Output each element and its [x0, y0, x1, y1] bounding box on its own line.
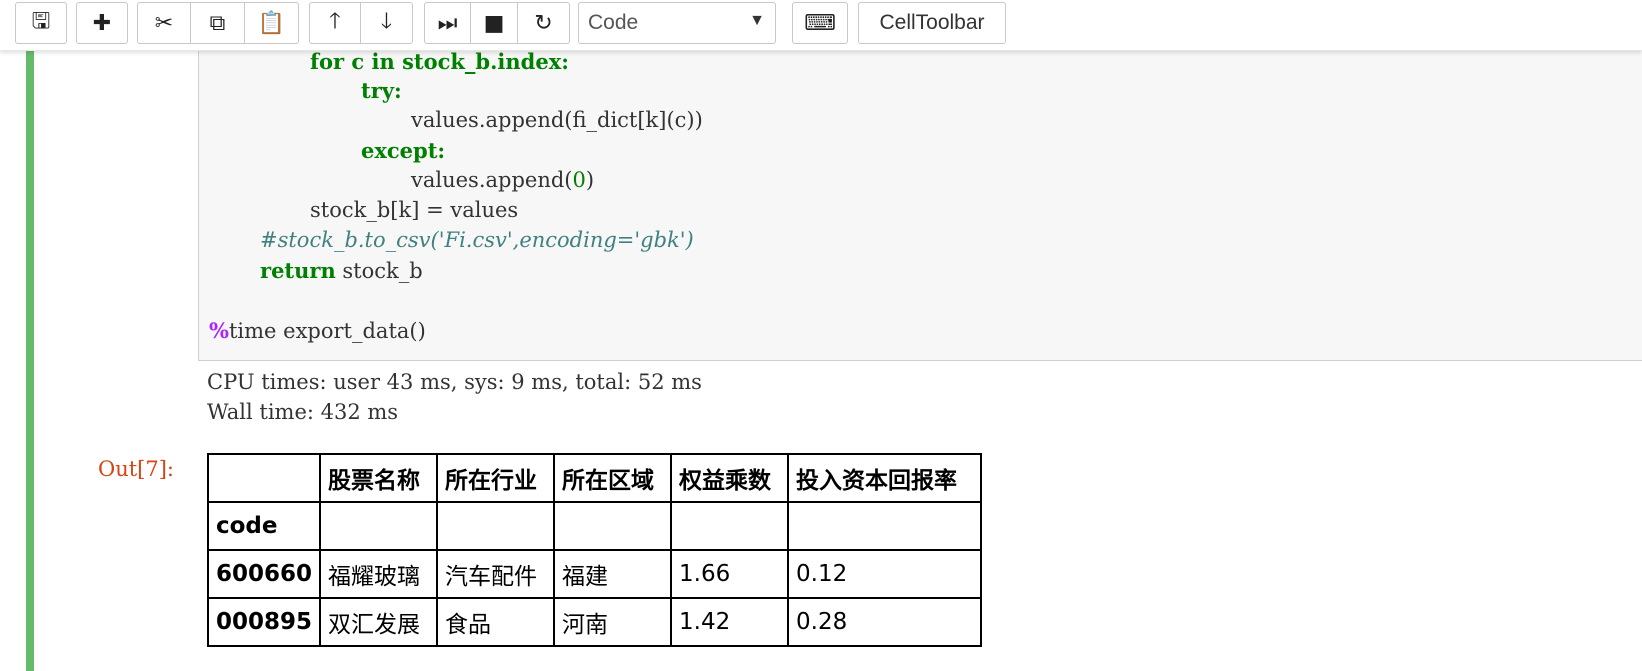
code-line: try:: [361, 78, 402, 103]
code-append-line: values.append(fi_dict[k](c)): [411, 108, 703, 132]
column-header: 所在行业: [436, 453, 556, 503]
code-line: return stock_b: [260, 258, 423, 283]
code-line: #stock_b.to_csv('Fi.csv',encoding='gbk'): [260, 228, 694, 252]
column-header: 所在区域: [553, 453, 673, 503]
column-header: 投入资本回报率: [787, 453, 983, 503]
table-cell: 福耀玻璃: [319, 549, 439, 599]
code-magic-symbol: %: [209, 318, 229, 343]
table-cell: 0.28: [787, 597, 983, 647]
code-return-rest: stock_b: [335, 259, 423, 283]
refresh-icon: ↻: [534, 10, 553, 36]
dataframe-table: 股票名称 所在行业 所在区域 权益乘数 投入资本回报率 code 600660 …: [206, 453, 983, 647]
table-cell: 1.42: [670, 597, 790, 647]
wall-time-output: Wall time: 432 ms: [207, 400, 399, 424]
code-line: except:: [361, 138, 445, 163]
code-assign-line: stock_b[k] = values: [310, 198, 519, 222]
table-cell: 福建: [553, 549, 673, 599]
code-try-line: try:: [361, 78, 402, 103]
code-append0-post: ): [585, 168, 595, 192]
output-prompt: Out[7]:: [98, 457, 175, 481]
code-comment-line: #stock_b.to_csv('Fi.csv',encoding='gbk'): [260, 228, 694, 252]
cell-type-value: Code: [588, 11, 639, 34]
code-line: values.append(fi_dict[k](c)): [411, 108, 703, 132]
table-row: 600660 福耀玻璃 汽车配件 福建 1.66 0.12: [206, 549, 983, 599]
arrow-up-icon: 🡑: [329, 9, 341, 34]
table-cell: 河南: [553, 597, 673, 647]
paste-icon: 📋: [257, 10, 286, 36]
code-return-keyword: return: [260, 258, 336, 283]
code-line: for c in stock_b.index:: [310, 49, 569, 74]
plus-icon: ✚: [92, 10, 112, 36]
table-row: 000895 双汇发展 食品 河南 1.42 0.28: [206, 597, 983, 647]
command-palette-button[interactable]: ⌨: [792, 2, 848, 44]
cpu-times-output: CPU times: user 43 ms, sys: 9 ms, total:…: [207, 370, 702, 394]
run-button[interactable]: ⏭: [424, 2, 471, 44]
restart-button[interactable]: ↻: [518, 2, 570, 44]
code-for-line: for c in stock_b.index:: [310, 49, 569, 74]
code-line: stock_b[k] = values: [310, 198, 518, 222]
cut-button[interactable]: ✂: [137, 2, 191, 44]
table-cell: 食品: [436, 597, 556, 647]
copy-icon: ⧉: [209, 10, 226, 36]
code-line: values.append(0): [411, 168, 594, 192]
code-append0-pre: values.append(: [411, 168, 573, 192]
column-header: [206, 453, 322, 503]
table-cell: [436, 501, 556, 551]
code-line: %time export_data(): [209, 318, 426, 343]
table-cell: [553, 501, 673, 551]
table-cell: 1.66: [670, 549, 790, 599]
code-magic-rest: time export_data(): [228, 319, 426, 343]
table-header-row: 股票名称 所在行业 所在区域 权益乘数 投入资本回报率: [206, 453, 983, 503]
run-step-icon: ⏭: [437, 10, 458, 36]
notebook-toolbar: 🖫 ✚ ✂ ⧉ 📋 🡑 🡓 ⏭ ■ ↻ Code ▼ ⌨ CellToolbar: [0, 0, 1642, 51]
table-cell: 双汇发展: [319, 597, 439, 647]
move-up-button[interactable]: 🡑: [309, 2, 361, 44]
row-index: 000895: [206, 597, 322, 647]
column-header: 股票名称: [319, 453, 439, 503]
stop-icon: ■: [483, 10, 505, 36]
cell-selected-indicator: [26, 50, 34, 671]
table-cell: [670, 501, 790, 551]
scissors-icon: ✂: [154, 10, 174, 36]
code-except-line: except:: [361, 138, 446, 163]
celltoolbar-label: CellToolbar: [879, 11, 985, 34]
save-button[interactable]: 🖫: [15, 2, 67, 44]
arrow-down-icon: 🡓: [380, 9, 393, 34]
keyboard-icon: ⌨: [804, 10, 836, 36]
table-cell: 汽车配件: [436, 549, 556, 599]
code-input-area[interactable]: for c in stock_b.index: try: values.appe…: [198, 48, 1642, 361]
move-down-button[interactable]: 🡓: [361, 2, 413, 44]
column-header: 权益乘数: [670, 453, 790, 503]
table-cell: [319, 501, 439, 551]
index-name-header: code: [206, 501, 322, 551]
index-name-row: code: [206, 501, 983, 551]
table-cell: 0.12: [787, 549, 983, 599]
interrupt-button[interactable]: ■: [471, 2, 518, 44]
celltoolbar-button[interactable]: CellToolbar: [858, 2, 1006, 44]
save-icon: 🖫: [31, 9, 51, 34]
table-cell: [787, 501, 983, 551]
chevron-down-icon: ▼: [749, 12, 765, 29]
insert-cell-button[interactable]: ✚: [76, 2, 128, 44]
paste-button[interactable]: 📋: [245, 2, 299, 44]
row-index: 600660: [206, 549, 322, 599]
cell-type-select[interactable]: Code ▼: [578, 2, 776, 44]
code-number-literal: 0: [572, 168, 586, 192]
copy-button[interactable]: ⧉: [191, 2, 245, 44]
